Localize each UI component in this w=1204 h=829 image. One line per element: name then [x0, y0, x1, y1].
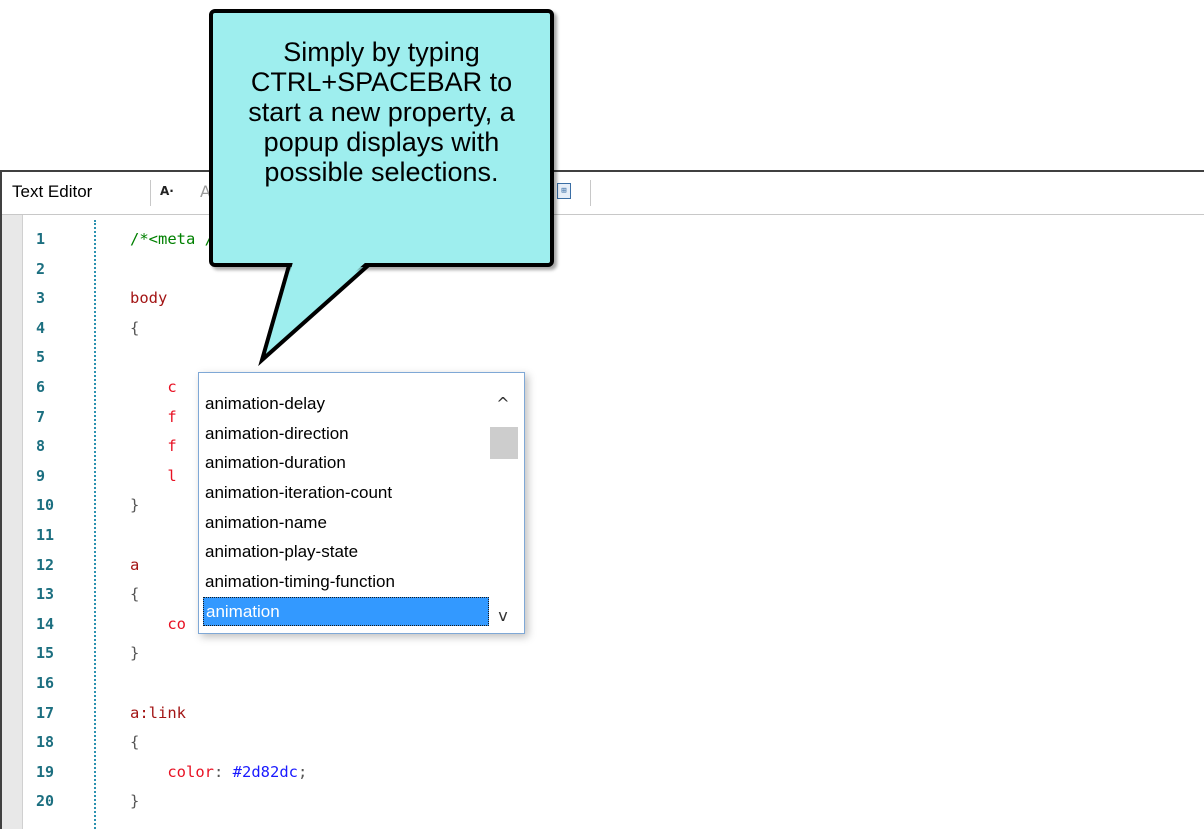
- callout-line: Simply by typing: [283, 37, 480, 67]
- callout-text: Simply by typing CTRL+SPACEBAR to start a …: [213, 37, 550, 187]
- callout-pointer: [258, 260, 378, 367]
- callout-line: start a new property, a: [248, 97, 515, 127]
- callout-line: popup displays with: [263, 127, 500, 157]
- callout-box: Simply by typing CTRL+SPACEBAR to start a …: [209, 9, 554, 267]
- callout-line: possible selections.: [264, 157, 499, 187]
- callout-line: CTRL+SPACEBAR to: [250, 67, 513, 97]
